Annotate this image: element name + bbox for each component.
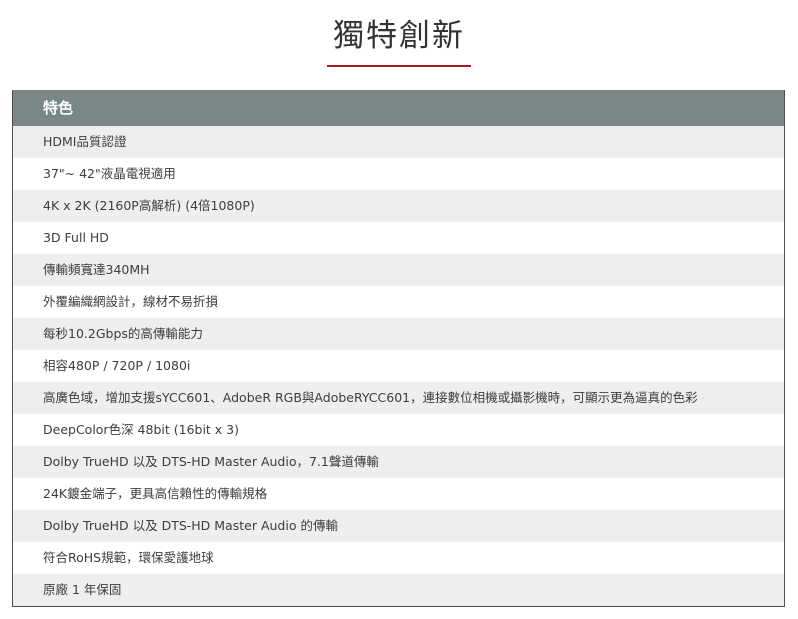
table-body: HDMI品質認證 37"~ 42"液晶電視適用 4K x 2K (2160P高解… — [13, 126, 784, 606]
table-row: 4K x 2K (2160P高解析) (4倍1080P) — [13, 190, 784, 222]
page-title: 獨特創新 — [333, 18, 465, 54]
table-row: 每秒10.2Gbps的高傳輸能力 — [13, 318, 784, 350]
table-row: 符合RoHS規範，環保愛護地球 — [13, 542, 784, 574]
title-underline — [327, 65, 471, 67]
table-row: 37"~ 42"液晶電視適用 — [13, 158, 784, 190]
table-row: 外覆編織網設計，線材不易折損 — [13, 286, 784, 318]
table-row: 高廣色域，增加支援sYCC601、AdobeR RGB與AdobeRYCC601… — [13, 382, 784, 414]
table-row: 3D Full HD — [13, 222, 784, 254]
table-row: Dolby TrueHD 以及 DTS-HD Master Audio 的傳輸 — [13, 510, 784, 542]
table-row: 相容480P / 720P / 1080i — [13, 350, 784, 382]
table-row: 傳輸頻寬達340MH — [13, 254, 784, 286]
table-row: HDMI品質認證 — [13, 126, 784, 158]
feature-spec-table: 特色 HDMI品質認證 37"~ 42"液晶電視適用 4K x 2K (2160… — [12, 90, 785, 607]
title-section: 獨特創新 — [0, 0, 798, 80]
table-row: DeepColor色深 48bit (16bit x 3) — [13, 414, 784, 446]
table-row: 24K鍍金端子，更具高信賴性的傳輸規格 — [13, 478, 784, 510]
table-header: 特色 — [13, 90, 784, 126]
table-row: Dolby TrueHD 以及 DTS-HD Master Audio，7.1聲… — [13, 446, 784, 478]
table-row: 原廠 1 年保固 — [13, 574, 784, 606]
